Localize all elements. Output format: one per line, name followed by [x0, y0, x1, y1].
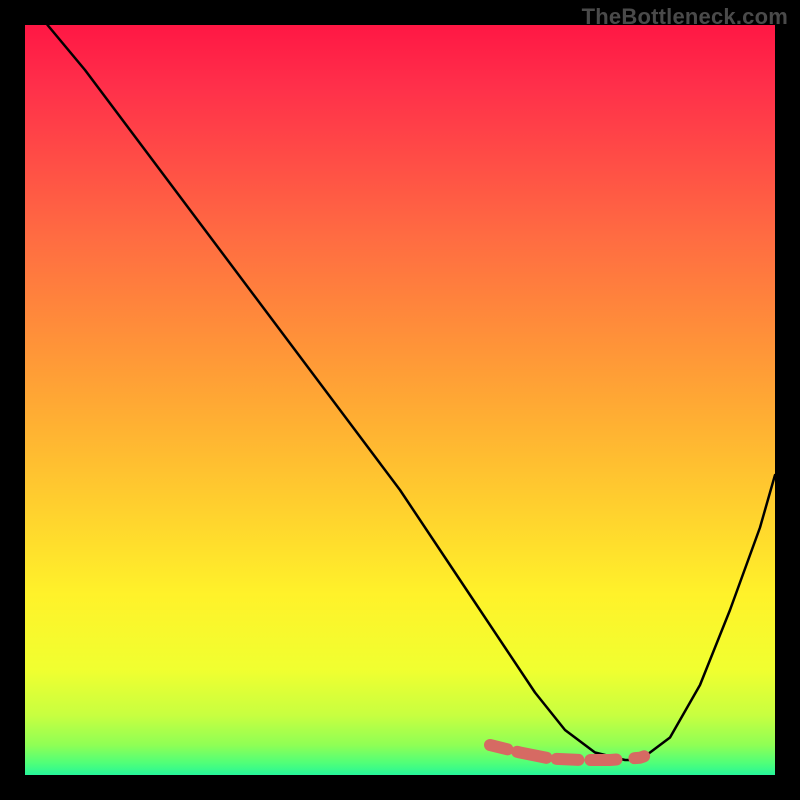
chart-frame: TheBottleneck.com [0, 0, 800, 800]
watermark-text: TheBottleneck.com [582, 4, 788, 30]
plot-area [25, 25, 775, 775]
gradient-background [25, 25, 775, 775]
chart-svg [25, 25, 775, 775]
